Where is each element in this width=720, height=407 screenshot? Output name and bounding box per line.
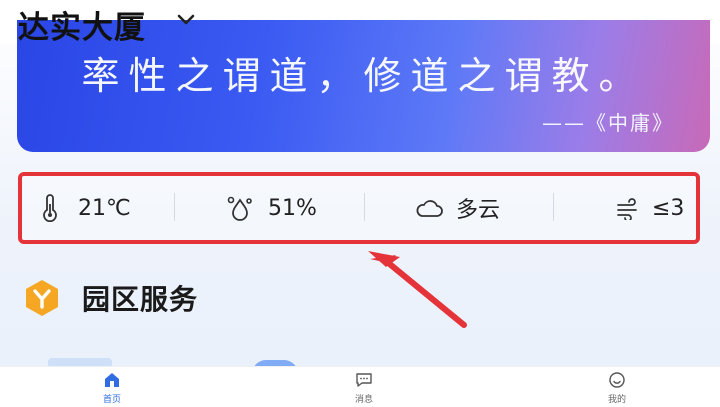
banner-quote-source: ——《中庸》 bbox=[542, 111, 674, 135]
building-title[interactable]: 达实大厦 bbox=[18, 2, 146, 47]
weather-condition: 多云 bbox=[414, 176, 500, 240]
weather-temperature: 21℃ bbox=[40, 176, 131, 240]
tab-profile[interactable]: 我的 bbox=[577, 371, 657, 405]
tab-home[interactable]: 首页 bbox=[72, 371, 152, 405]
wind-icon bbox=[617, 198, 637, 220]
profile-icon bbox=[609, 372, 625, 388]
weather-divider bbox=[364, 193, 365, 221]
banner-quote: 率性之谓道，修道之谓教。 bbox=[81, 54, 646, 98]
tab-messages[interactable]: 消息 bbox=[324, 371, 404, 405]
temperature-value: 21℃ bbox=[78, 195, 131, 221]
weather-divider bbox=[553, 193, 554, 221]
thermometer-icon bbox=[43, 194, 57, 222]
wind-value: ≤3 bbox=[652, 195, 685, 221]
tab-home-label: 首页 bbox=[102, 395, 121, 405]
tab-profile-label: 我的 bbox=[607, 395, 626, 405]
section-header: 园区服务 bbox=[22, 276, 198, 320]
weather-panel: 21℃ 51% 多云 ≤3 bbox=[18, 172, 700, 244]
chevron-down-icon[interactable] bbox=[176, 13, 196, 27]
weather-wind: ≤3 bbox=[616, 176, 684, 240]
message-icon bbox=[356, 373, 372, 387]
humidity-icon bbox=[227, 196, 252, 221]
weather-humidity: 51% bbox=[226, 176, 317, 240]
condition-value: 多云 bbox=[456, 198, 501, 223]
tab-messages-label: 消息 bbox=[354, 395, 373, 405]
home-icon bbox=[105, 373, 119, 387]
bottom-tab-bar: 首页 消息 我的 bbox=[0, 366, 720, 407]
weather-divider bbox=[174, 193, 175, 221]
cloud-icon bbox=[416, 200, 443, 217]
park-service-logo-icon bbox=[26, 280, 58, 316]
humidity-value: 51% bbox=[268, 195, 317, 221]
section-title: 园区服务 bbox=[82, 283, 199, 316]
annotation-arrow bbox=[368, 251, 467, 328]
